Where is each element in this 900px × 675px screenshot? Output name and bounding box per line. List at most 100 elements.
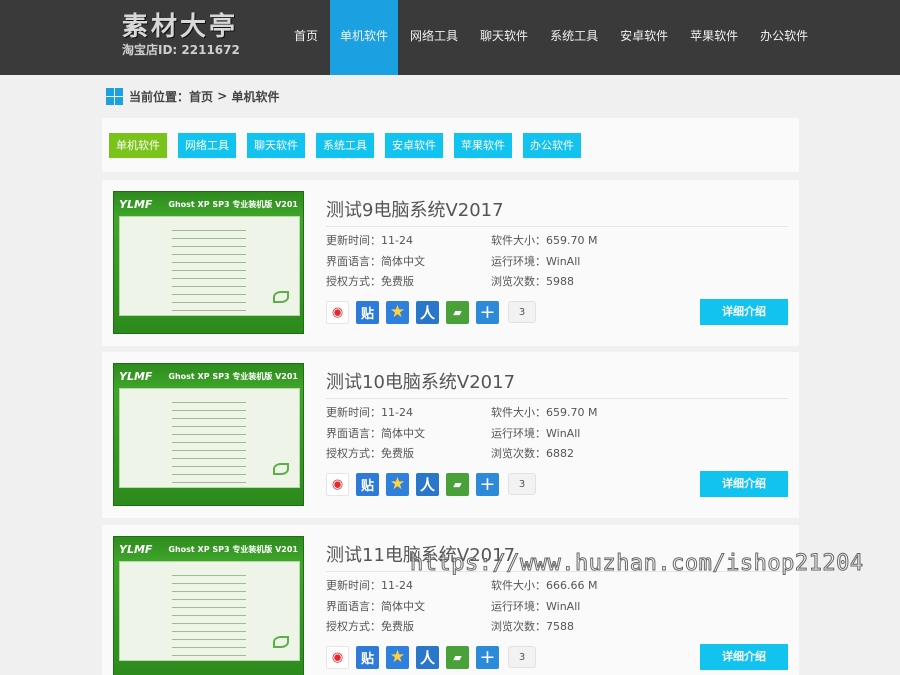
- meta-value: WinAll: [546, 255, 581, 268]
- thumbnail-footer: [119, 318, 300, 330]
- filter-tag-system-tools[interactable]: 系统工具: [316, 132, 374, 158]
- meta-label: 运行环境：: [491, 600, 546, 613]
- software-thumbnail[interactable]: YLMF Ghost XP SP3 专业装机版 V201: [113, 363, 304, 506]
- thumbnail-header: YLMF Ghost XP SP3 专业装机版 V201: [114, 537, 303, 561]
- filter-tag-chat-software[interactable]: 聊天软件: [247, 132, 305, 158]
- renren-icon[interactable]: 人: [416, 645, 439, 669]
- nav-item-network-tools[interactable]: 网络工具: [400, 0, 468, 75]
- meta-label: 界面语言：: [326, 427, 381, 440]
- detail-button[interactable]: 详细介绍: [700, 471, 788, 497]
- tieba-icon[interactable]: 贴: [356, 472, 379, 496]
- meta-size: 软件大小：666.66 M: [491, 579, 597, 593]
- software-thumbnail[interactable]: YLMF Ghost XP SP3 专业装机版 V201: [113, 191, 304, 334]
- share-count[interactable]: 3: [508, 646, 536, 668]
- software-card: YLMF Ghost XP SP3 专业装机版 V201 测试9电脑系统V201…: [102, 180, 799, 346]
- meta-value: 11-24: [381, 234, 413, 247]
- menu-line: [172, 310, 246, 311]
- software-title[interactable]: 测试10电脑系统V2017: [326, 368, 515, 394]
- thumbnail-footer: [119, 490, 300, 502]
- share-bar: ◉ 贴 ★ 人 ▰ + 3: [326, 472, 536, 496]
- weibo-icon[interactable]: ◉: [326, 645, 349, 669]
- meta-value: 免费版: [381, 620, 414, 633]
- nav-item-office-software[interactable]: 办公软件: [750, 0, 818, 75]
- filter-tag-apple-software[interactable]: 苹果软件: [454, 132, 512, 158]
- menu-line: [172, 583, 246, 584]
- renren-icon[interactable]: 人: [416, 300, 439, 324]
- nav-item-system-tools[interactable]: 系统工具: [540, 0, 608, 75]
- thumbnail-logo: YLMF: [119, 542, 153, 556]
- meta-value: 11-24: [381, 406, 413, 419]
- kaixin-icon[interactable]: ▰: [446, 300, 469, 324]
- weibo-icon[interactable]: ◉: [326, 472, 349, 496]
- more-share-icon[interactable]: +: [476, 300, 499, 324]
- software-thumbnail[interactable]: YLMF Ghost XP SP3 专业装机版 V201: [113, 536, 304, 675]
- thumbnail-title: Ghost XP SP3 专业装机版 V201: [168, 544, 298, 554]
- swirl-logo-icon: [273, 636, 289, 648]
- menu-line: [172, 575, 246, 576]
- meta-license: 授权方式：免费版: [326, 620, 414, 634]
- breadcrumb-current-link[interactable]: 单机软件: [231, 88, 279, 105]
- meta-label: 浏览次数：: [491, 275, 546, 288]
- filter-tag-standalone-software[interactable]: 单机软件: [109, 132, 167, 158]
- software-card: YLMF Ghost XP SP3 专业装机版 V201 测试11电脑系统V20…: [102, 525, 799, 675]
- swirl-logo-icon: [273, 291, 289, 303]
- filter-tag-office-software[interactable]: 办公软件: [523, 132, 581, 158]
- meta-license: 授权方式：免费版: [326, 447, 414, 461]
- menu-line: [172, 442, 246, 443]
- breadcrumb-home-link[interactable]: 首页: [189, 88, 213, 105]
- meta-license: 授权方式：免费版: [326, 275, 414, 289]
- menu-line: [172, 623, 246, 624]
- nav-item-apple-software[interactable]: 苹果软件: [680, 0, 748, 75]
- logo-title: 素材大亭: [122, 12, 239, 42]
- qzone-icon[interactable]: ★: [386, 645, 409, 669]
- menu-line: [172, 286, 246, 287]
- more-share-icon[interactable]: +: [476, 645, 499, 669]
- main-nav: 首页 单机软件 网络工具 聊天软件 系统工具 安卓软件 苹果软件 办公软件: [284, 0, 820, 75]
- tieba-icon[interactable]: 贴: [356, 645, 379, 669]
- menu-line: [172, 647, 246, 648]
- nav-item-home[interactable]: 首页: [284, 0, 328, 75]
- share-count[interactable]: 3: [508, 301, 536, 323]
- share-bar: ◉ 贴 ★ 人 ▰ + 3: [326, 300, 536, 324]
- filter-tag-android-software[interactable]: 安卓软件: [385, 132, 443, 158]
- menu-line: [172, 302, 246, 303]
- kaixin-icon[interactable]: ▰: [446, 472, 469, 496]
- meta-value: 简体中文: [381, 600, 425, 613]
- detail-button[interactable]: 详细介绍: [700, 644, 788, 670]
- menu-line: [172, 599, 246, 600]
- title-divider: [326, 398, 788, 399]
- thumbnail-logo: YLMF: [119, 369, 153, 383]
- breadcrumb-prefix: 当前位置：: [129, 89, 190, 104]
- tieba-icon[interactable]: 贴: [356, 300, 379, 324]
- meta-label: 更新时间：: [326, 234, 381, 247]
- nav-item-android-software[interactable]: 安卓软件: [610, 0, 678, 75]
- logo-shop-id: 淘宝店ID: 2211672: [122, 43, 240, 57]
- thumbnail-title: Ghost XP SP3 专业装机版 V201: [168, 371, 298, 381]
- renren-icon[interactable]: 人: [416, 472, 439, 496]
- filter-tag-network-tools[interactable]: 网络工具: [178, 132, 236, 158]
- nav-item-chat-software[interactable]: 聊天软件: [470, 0, 538, 75]
- meta-value: 免费版: [381, 275, 414, 288]
- qzone-icon[interactable]: ★: [386, 472, 409, 496]
- meta-label: 界面语言：: [326, 600, 381, 613]
- menu-line: [172, 639, 246, 640]
- more-share-icon[interactable]: +: [476, 472, 499, 496]
- meta-language: 界面语言：简体中文: [326, 600, 425, 614]
- software-title[interactable]: 测试9电脑系统V2017: [326, 196, 504, 222]
- meta-views: 浏览次数：5988: [491, 275, 574, 289]
- menu-line: [172, 458, 246, 459]
- menu-line: [172, 631, 246, 632]
- site-logo[interactable]: 素材大亭 淘宝店ID: 2211672: [122, 12, 252, 64]
- meta-label: 更新时间：: [326, 406, 381, 419]
- meta-label: 软件大小：: [491, 579, 546, 592]
- detail-button[interactable]: 详细介绍: [700, 299, 788, 325]
- menu-line: [172, 294, 246, 295]
- menu-line: [172, 591, 246, 592]
- swirl-logo-icon: [273, 463, 289, 475]
- weibo-icon[interactable]: ◉: [326, 300, 349, 324]
- qzone-icon[interactable]: ★: [386, 300, 409, 324]
- share-count[interactable]: 3: [508, 473, 536, 495]
- menu-line: [172, 418, 246, 419]
- kaixin-icon[interactable]: ▰: [446, 645, 469, 669]
- nav-item-standalone-software[interactable]: 单机软件: [330, 0, 399, 75]
